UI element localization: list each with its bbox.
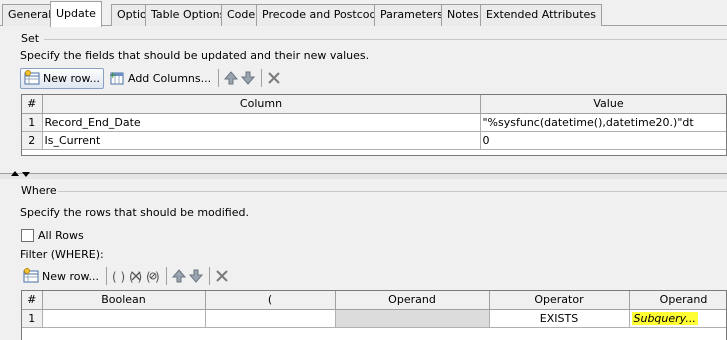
move-up-icon[interactable]	[223, 70, 239, 86]
operand-right-cell[interactable]: Subquery...	[629, 309, 726, 328]
index-column-header: #	[22, 291, 43, 310]
tab-notes[interactable]: Notes	[441, 4, 485, 26]
where-section-title: Where	[21, 184, 57, 197]
group-conditions-icon[interactable]: ()	[145, 268, 161, 284]
tab-parameters[interactable]: Parameters	[374, 4, 449, 26]
table-row[interactable]: 1 Record_End_Date "%sysfunc(datetime(),d…	[22, 113, 726, 132]
toolbar-separator	[105, 267, 107, 285]
new-row-label: New row...	[43, 71, 100, 85]
add-columns-button[interactable]: + Add Columns...	[106, 68, 214, 89]
paren-column-header[interactable]: (	[205, 291, 336, 310]
operator-cell[interactable]: EXISTS	[489, 309, 630, 328]
value-column-header[interactable]: Value	[480, 95, 726, 114]
value-cell[interactable]: 0	[480, 131, 726, 150]
toolbar-separator	[218, 69, 220, 87]
column-cell[interactable]: Is_Current	[42, 131, 481, 150]
set-toolbar: New row... + Add Columns...	[20, 67, 283, 89]
table-row[interactable]: 2 Is_Current 0	[22, 131, 726, 150]
subquery-link[interactable]: Subquery...	[631, 311, 698, 325]
filter-label: Filter (WHERE):	[20, 248, 104, 261]
column-column-header[interactable]: Column	[42, 95, 481, 114]
toolbar-separator	[165, 267, 167, 285]
column-cell[interactable]: Record_End_Date	[42, 113, 481, 132]
row-number: 1	[22, 113, 43, 132]
add-parentheses-icon[interactable]: ( )	[111, 268, 127, 284]
where-group-border	[58, 191, 727, 192]
tab-table-options[interactable]: Table Options	[145, 4, 232, 26]
value-cell[interactable]: "%sysfunc(datetime(),datetime20.)"dt	[480, 113, 726, 132]
tab-extended-attributes[interactable]: Extended Attributes	[480, 4, 603, 26]
operand-right-column-header[interactable]: Operand	[629, 291, 726, 310]
toolbar-separator	[208, 267, 210, 285]
set-section-title: Set	[21, 32, 40, 45]
splitter-arrows[interactable]	[10, 170, 40, 180]
table-row[interactable]: 1 EXISTS Subquery...	[22, 309, 726, 328]
toolbar-separator	[261, 69, 263, 87]
tab-precode-postcode[interactable]: Precode and Postcode	[256, 4, 390, 26]
boolean-column-header[interactable]: Boolean	[42, 291, 206, 310]
new-row-button[interactable]: New row...	[20, 67, 104, 89]
row-number: 1	[22, 309, 43, 328]
remove-parentheses-icon[interactable]: ( )	[128, 268, 144, 284]
where-grid: # Boolean ( Operand Operator Operand 1 E…	[21, 290, 727, 340]
tab-update[interactable]: Update	[50, 1, 102, 27]
boolean-cell[interactable]	[42, 309, 206, 328]
svg-text:( ): ( )	[112, 270, 125, 284]
pane-splitter[interactable]	[0, 173, 727, 179]
move-down-icon[interactable]	[188, 268, 204, 284]
delete-icon[interactable]	[266, 70, 282, 86]
set-grid: # Column Value 1 Record_End_Date "%sysfu…	[21, 94, 727, 156]
move-down-icon[interactable]	[240, 70, 256, 86]
set-group-border	[44, 39, 727, 40]
delete-icon[interactable]	[214, 268, 230, 284]
operand-column-header[interactable]: Operand	[335, 291, 490, 310]
new-row-icon	[23, 268, 39, 284]
add-columns-icon: +	[109, 70, 125, 86]
all-rows-checkbox[interactable]	[21, 229, 34, 242]
where-new-row-label: New row...	[42, 269, 99, 283]
add-columns-label: Add Columns...	[127, 71, 212, 85]
tab-bar: General Options Table Options Code Preco…	[0, 0, 727, 27]
where-description: Specify the rows that should be modified…	[20, 206, 249, 219]
operator-column-header[interactable]: Operator	[489, 291, 630, 310]
all-rows-label: All Rows	[38, 229, 84, 242]
collapse-arrows-icon[interactable]	[10, 170, 34, 178]
new-row-icon	[24, 70, 40, 86]
index-column-header: #	[22, 95, 43, 114]
set-description: Specify the fields that should be update…	[20, 49, 370, 62]
row-number: 2	[22, 131, 43, 150]
operand-cell[interactable]	[335, 309, 490, 328]
paren-cell[interactable]	[205, 309, 336, 328]
where-new-row-button[interactable]: New row...	[20, 266, 102, 287]
where-toolbar: New row... ( ) ( ) ()	[20, 265, 231, 287]
move-up-icon[interactable]	[171, 268, 187, 284]
svg-text:+: +	[109, 71, 117, 81]
